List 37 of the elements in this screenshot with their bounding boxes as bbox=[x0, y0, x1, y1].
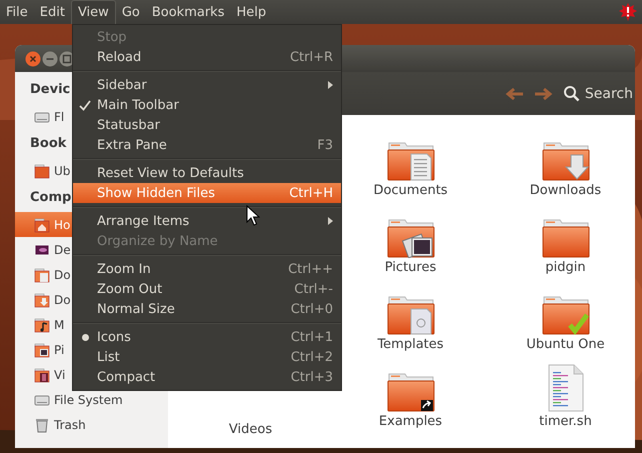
file-label: Downloads bbox=[530, 183, 602, 198]
menu-label: Arrange Items bbox=[97, 214, 190, 228]
places-heading: Book bbox=[30, 136, 66, 151]
menu-label: Sidebar bbox=[97, 78, 147, 92]
file-label: Examples bbox=[378, 414, 442, 429]
places-heading: Comp bbox=[30, 190, 72, 205]
shortcut-label: Ctrl+3 bbox=[290, 370, 333, 384]
menu-label: Compact bbox=[97, 370, 156, 384]
shortcut-label: Ctrl+H bbox=[289, 186, 333, 200]
shortcut-label: Ctrl+2 bbox=[290, 350, 333, 364]
shortcut-label: Ctrl++ bbox=[288, 262, 333, 276]
shortcut-label: Ctrl+1 bbox=[290, 330, 333, 344]
menu-label: Normal Size bbox=[97, 302, 175, 316]
menu-label: Reload bbox=[97, 50, 142, 64]
shortcut-label: F3 bbox=[317, 138, 333, 152]
file-label: timer.sh bbox=[539, 414, 592, 429]
places-heading: Devic bbox=[30, 82, 70, 97]
menu-label: Stop bbox=[97, 30, 127, 44]
file-label: pidgin bbox=[545, 260, 586, 275]
menu-label: Icons bbox=[97, 330, 131, 344]
menu-label: Extra Pane bbox=[97, 138, 167, 152]
menu-label: Zoom In bbox=[97, 262, 151, 276]
shortcut-label: Ctrl+0 bbox=[290, 302, 333, 316]
shortcut-label: Ctrl+- bbox=[294, 282, 333, 296]
shortcut-label: Ctrl+R bbox=[290, 50, 333, 64]
file-label: Templates bbox=[377, 337, 444, 352]
menu-label: Organize by Name bbox=[97, 234, 218, 248]
menu-label: List bbox=[97, 350, 120, 364]
menu-label: Show Hidden Files bbox=[97, 186, 215, 200]
menu-label: Statusbar bbox=[97, 118, 160, 132]
file-label: Pictures bbox=[384, 260, 436, 275]
menu-label: Reset View to Defaults bbox=[97, 166, 244, 180]
file-label: Ubuntu One bbox=[526, 337, 605, 352]
menu-label: Main Toolbar bbox=[97, 98, 179, 112]
menu-label: Zoom Out bbox=[97, 282, 162, 296]
file-label: Documents bbox=[373, 183, 448, 198]
file-label: Videos bbox=[228, 422, 272, 437]
